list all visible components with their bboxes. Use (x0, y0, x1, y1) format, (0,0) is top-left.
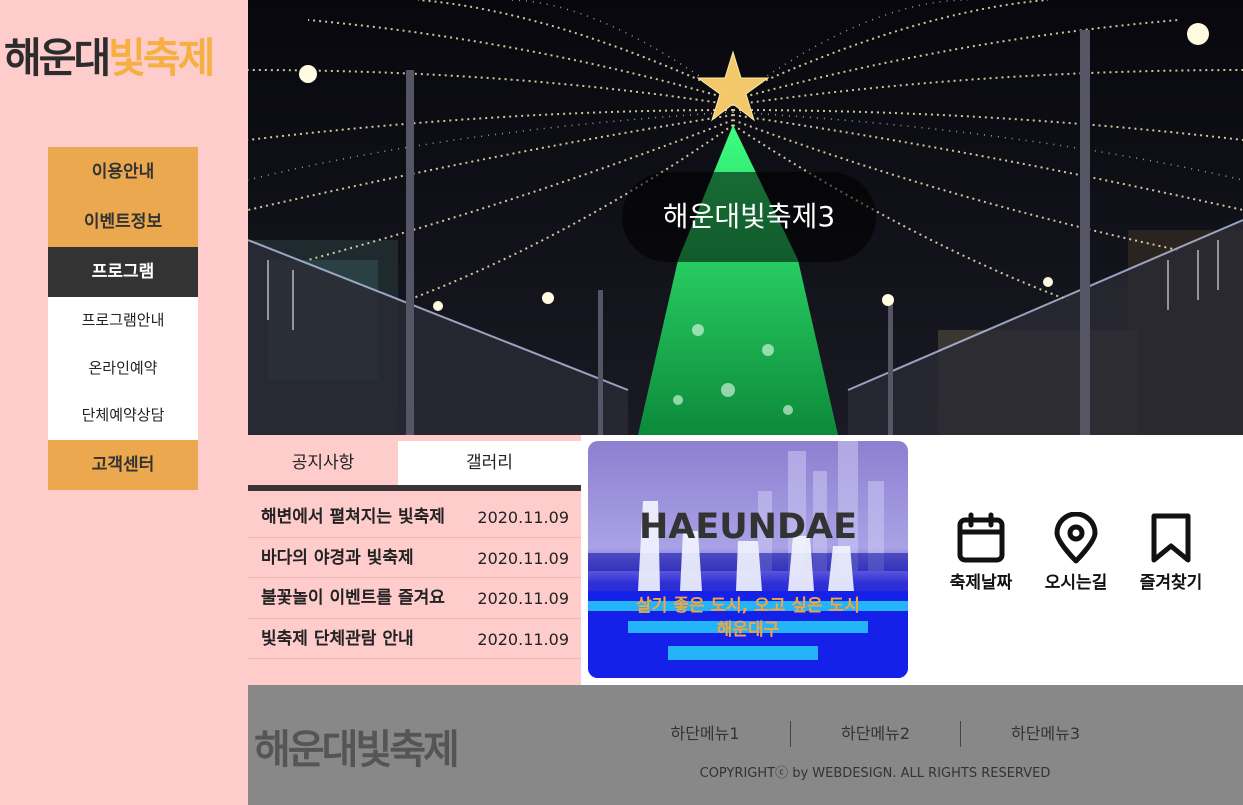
notice-list: 해변에서 펼쳐지는 빛축제 2020.11.09 바다의 야경과 빛축제 202… (248, 497, 581, 659)
footer-menu-item-3[interactable]: 하단메뉴3 (960, 721, 1130, 747)
menu-item-guide[interactable]: 이용안내 (48, 147, 198, 197)
footer-menu: 하단메뉴1 하단메뉴2 하단메뉴3 (620, 721, 1130, 747)
logo-part2: 빛축제 (108, 34, 215, 82)
calendar-icon (957, 512, 1005, 563)
notice-title[interactable]: 해변에서 펼쳐지는 빛축제 (261, 497, 449, 537)
tab-gallery[interactable]: 갤러리 (398, 441, 581, 485)
copyright: COPYRIGHTⓒ by WEBDESIGN. ALL RIGHTS RESE… (699, 766, 1051, 781)
menu-item-program[interactable]: 프로그램 (48, 247, 198, 297)
bookmark-icon (1151, 513, 1191, 563)
notice-date: 2020.11.09 (477, 629, 569, 649)
footer-menu-item-2[interactable]: 하단메뉴2 (790, 721, 960, 747)
submenu-item-program-guide[interactable]: 프로그램안내 (48, 297, 198, 345)
site-logo[interactable]: 해운대빛축제 (4, 30, 215, 86)
notice-row[interactable]: 바다의 야경과 빛축제 2020.11.09 (248, 538, 581, 578)
quick-link-label: 즐겨찾기 (1139, 573, 1203, 593)
footer: 해운대빛축제 하단메뉴1 하단메뉴2 하단메뉴3 COPYRIGHTⓒ by W… (248, 685, 1243, 805)
main-menu: 이용안내 이벤트정보 프로그램 프로그램안내 온라인예약 단체예약상담 고객센터 (48, 147, 198, 490)
quick-link-bookmark[interactable]: 즐겨찾기 (1126, 512, 1216, 593)
submenu: 프로그램안내 온라인예약 단체예약상담 (48, 297, 198, 440)
banner-slogan-line1: 살기 좋은 도시, 오고 싶은 도시 (636, 596, 860, 616)
banner-image (588, 441, 908, 678)
hero-caption: 해운대빛축제3 (622, 172, 876, 262)
notice-title[interactable]: 빛축제 단체관람 안내 (261, 619, 449, 659)
notice-row[interactable]: 해변에서 펼쳐지는 빛축제 2020.11.09 (248, 497, 581, 538)
quick-link-dates[interactable]: 축제날짜 (936, 512, 1026, 593)
submenu-item-group-reservation[interactable]: 단체예약상담 (48, 392, 198, 440)
quick-link-label: 축제날짜 (949, 573, 1013, 593)
banner-slogan-line2: 해운대구 (716, 620, 780, 640)
footer-logo[interactable]: 해운대빛축제 (254, 717, 460, 775)
menu-item-customer-center[interactable]: 고객센터 (48, 439, 198, 490)
submenu-item-online-reservation[interactable]: 온라인예약 (48, 345, 198, 393)
quick-link-label: 오시는길 (1044, 573, 1108, 593)
banner-title: HAEUNDAE (638, 507, 858, 547)
notice-date: 2020.11.09 (477, 589, 569, 608)
banner-slogan: 살기 좋은 도시, 오고 싶은 도시 해운대구 (588, 594, 908, 642)
quick-link-directions[interactable]: 오시는길 (1031, 512, 1121, 593)
tab-notice[interactable]: 공지사항 (248, 441, 398, 485)
hero-slider: 해운대빛축제3 (248, 0, 1243, 435)
notice-title[interactable]: 불꽃놀이 이벤트를 즐겨요 (261, 578, 449, 618)
menu-item-event[interactable]: 이벤트정보 (48, 197, 198, 247)
board-tabs: 공지사항 갤러리 (248, 441, 581, 491)
banner[interactable]: HAEUNDAE 살기 좋은 도시, 오고 싶은 도시 해운대구 (588, 441, 908, 678)
notice-date: 2020.11.09 (477, 508, 569, 527)
logo-part1: 해운대 (4, 34, 111, 82)
location-pin-icon (1054, 512, 1098, 564)
notice-date: 2020.11.09 (477, 548, 569, 568)
sidebar: 해운대빛축제 이용안내 이벤트정보 프로그램 프로그램안내 온라인예약 단체예약… (0, 0, 248, 805)
notice-row[interactable]: 불꽃놀이 이벤트를 즐겨요 2020.11.09 (248, 578, 581, 619)
footer-menu-item-1[interactable]: 하단메뉴1 (620, 721, 790, 747)
notice-board: 공지사항 갤러리 해변에서 펼쳐지는 빛축제 2020.11.09 바다의 야경… (248, 435, 581, 685)
notice-title[interactable]: 바다의 야경과 빛축제 (261, 538, 449, 578)
quick-links: 축제날짜 오시는길 즐겨찾기 (930, 512, 1230, 602)
notice-row[interactable]: 빛축제 단체관람 안내 2020.11.09 (248, 619, 581, 659)
